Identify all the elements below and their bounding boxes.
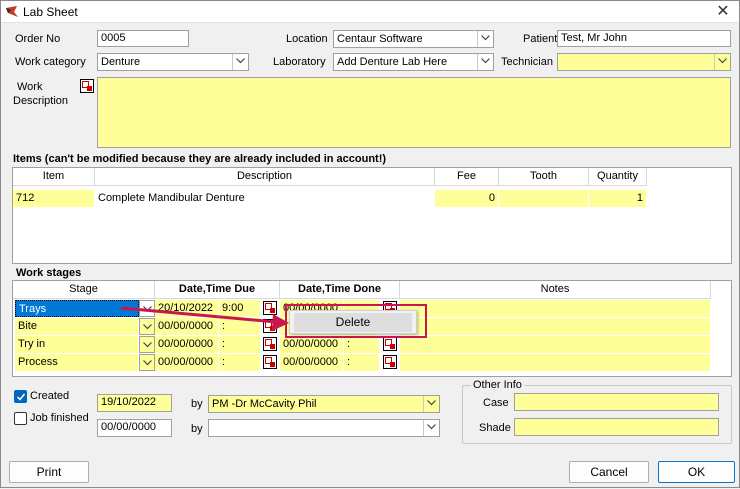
finished-by-combo[interactable] — [208, 419, 440, 437]
cancel-button[interactable]: Cancel — [569, 461, 649, 483]
shade-label: Shade — [479, 422, 511, 434]
created-by-label: by — [191, 398, 203, 410]
case-field[interactable] — [514, 393, 719, 411]
chevron-down-icon[interactable] — [423, 420, 439, 436]
job-finished-checkbox[interactable] — [14, 412, 27, 425]
ok-button[interactable]: OK — [658, 461, 735, 483]
created-date-field[interactable]: 19/10/2022 — [97, 394, 172, 412]
annotation-highlight — [285, 304, 427, 338]
other-info-title: Other Info — [471, 379, 524, 391]
job-finished-label: Job finished — [30, 412, 89, 424]
case-label: Case — [483, 397, 509, 409]
finished-date-field[interactable]: 00/00/0000 — [97, 419, 172, 437]
created-checkbox[interactable] — [14, 390, 27, 403]
finished-by-label: by — [191, 423, 203, 435]
created-by-combo[interactable]: PM -Dr McCavity Phil — [208, 395, 440, 413]
shade-field[interactable] — [514, 418, 719, 436]
created-label: Created — [30, 390, 70, 402]
print-button[interactable]: Print — [9, 461, 89, 483]
chevron-down-icon[interactable] — [423, 396, 439, 412]
created-by-value: PM -Dr McCavity Phil — [212, 398, 317, 410]
lab-sheet-window: Lab Sheet ✕ Order No 0005 Location Centa… — [0, 0, 740, 488]
